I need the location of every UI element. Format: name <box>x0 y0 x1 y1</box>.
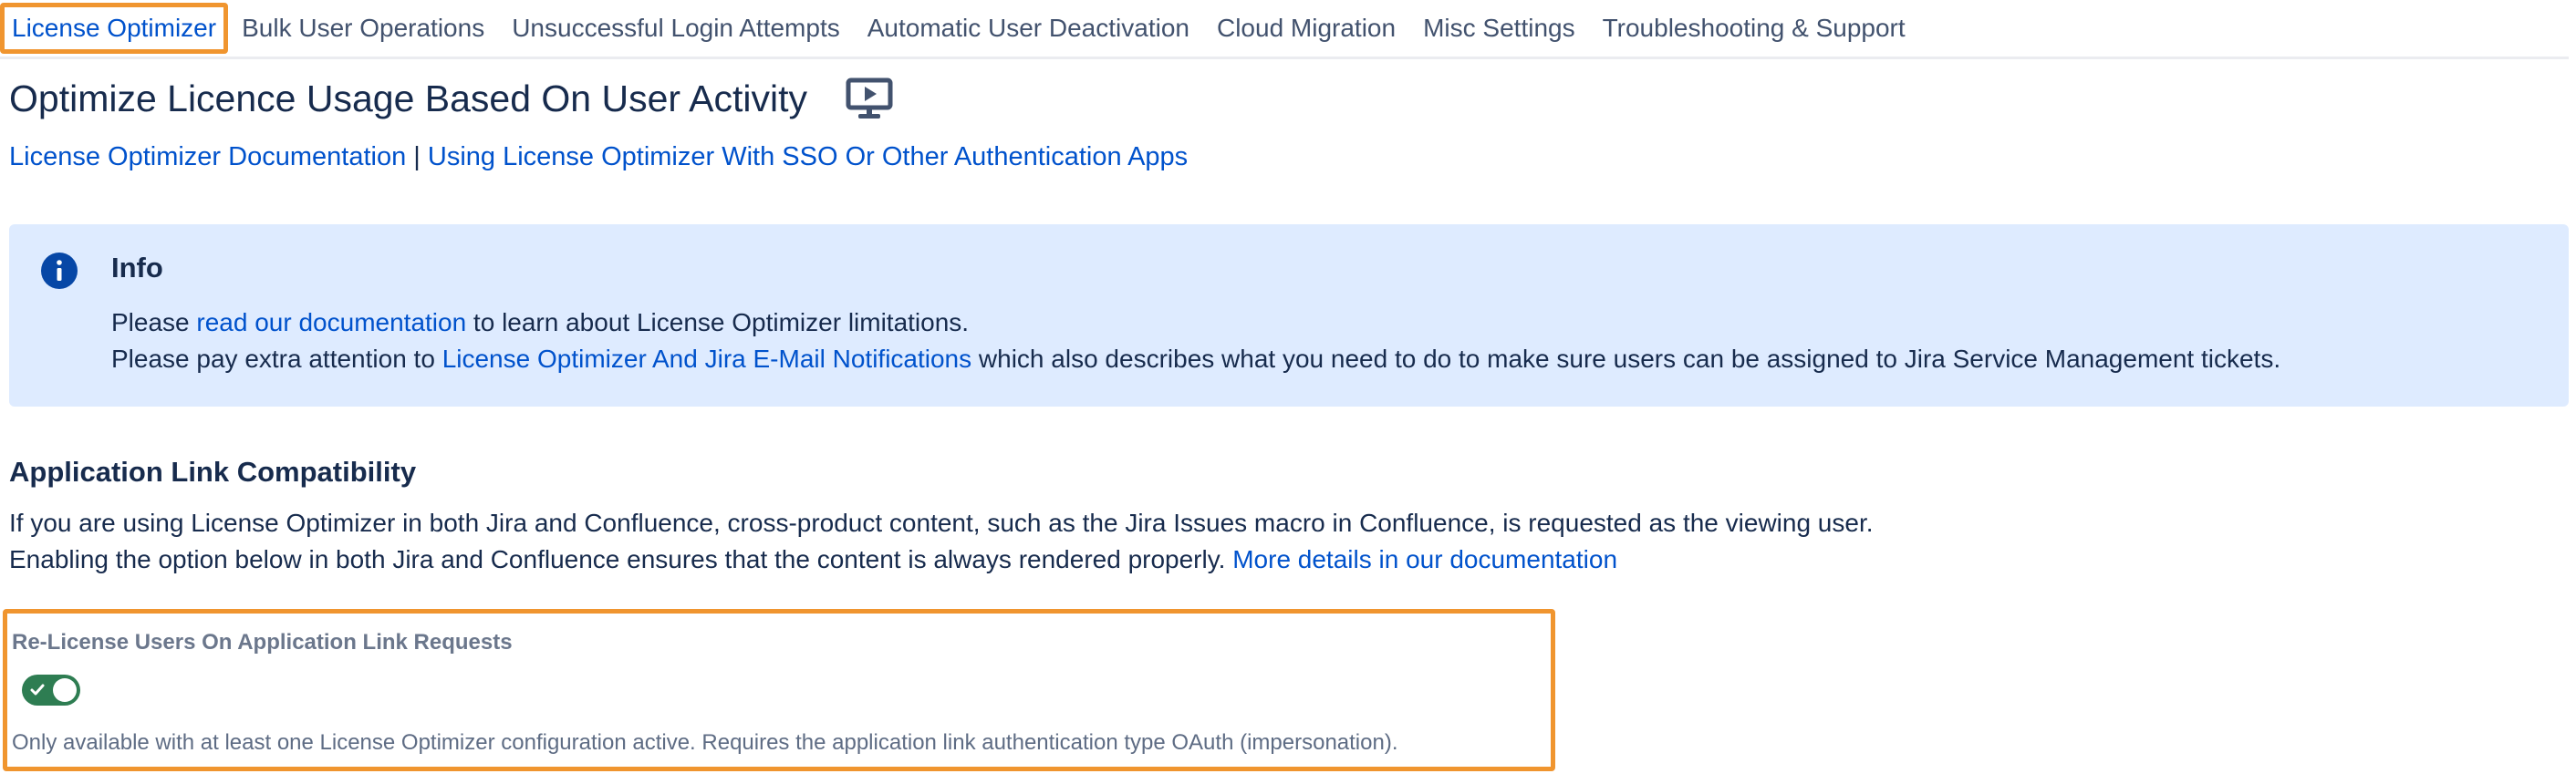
license-optimizer-documentation-link[interactable]: License Optimizer Documentation <box>9 142 406 171</box>
documentation-links: License Optimizer Documentation | Using … <box>9 142 1188 172</box>
toggle-knob <box>53 678 77 702</box>
tab-misc-settings[interactable]: Misc Settings <box>1409 3 1589 54</box>
tab-cloud-migration[interactable]: Cloud Migration <box>1203 3 1409 54</box>
tab-unsuccessful-login-attempts[interactable]: Unsuccessful Login Attempts <box>498 3 854 54</box>
info-title: Info <box>111 252 163 284</box>
presentation-play-icon[interactable] <box>846 77 893 119</box>
tab-automatic-user-deactivation[interactable]: Automatic User Deactivation <box>854 3 1203 54</box>
sso-authentication-link[interactable]: Using License Optimizer With SSO Or Othe… <box>428 142 1188 171</box>
more-details-link[interactable]: More details in our documentation <box>1232 545 1617 573</box>
tab-bulk-user-operations[interactable]: Bulk User Operations <box>228 3 498 54</box>
tab-bar: License Optimizer Bulk User Operations U… <box>0 0 2569 59</box>
description-paragraph-1: If you are using License Optimizer in bo… <box>9 509 1874 537</box>
setting-label: Re-License Users On Application Link Req… <box>12 630 513 655</box>
section-title: Application Link Compatibility <box>9 456 417 488</box>
relicense-toggle[interactable] <box>22 675 80 706</box>
info-line-1: Please read our documentation to learn a… <box>111 308 970 336</box>
relicense-setting: Re-License Users On Application Link Req… <box>3 609 1555 771</box>
read-documentation-link[interactable]: read our documentation <box>196 308 466 336</box>
tab-license-optimizer[interactable]: License Optimizer <box>0 3 229 54</box>
description-paragraph-2: Enabling the option below in both Jira a… <box>9 545 1618 573</box>
tab-troubleshooting-support[interactable]: Troubleshooting & Support <box>1589 3 1919 54</box>
info-icon <box>41 253 78 289</box>
info-panel: Info Please read our documentation to le… <box>9 224 2569 407</box>
link-separator: | <box>413 142 421 171</box>
page-header: Optimize Licence Usage Based On User Act… <box>9 71 893 126</box>
info-line-2: Please pay extra attention to License Op… <box>111 345 2281 373</box>
checkmark-icon <box>30 684 45 696</box>
page-title: Optimize Licence Usage Based On User Act… <box>9 77 808 119</box>
setting-help-text: Only available with at least one License… <box>12 730 1398 755</box>
email-notifications-link[interactable]: License Optimizer And Jira E-Mail Notifi… <box>442 345 971 373</box>
